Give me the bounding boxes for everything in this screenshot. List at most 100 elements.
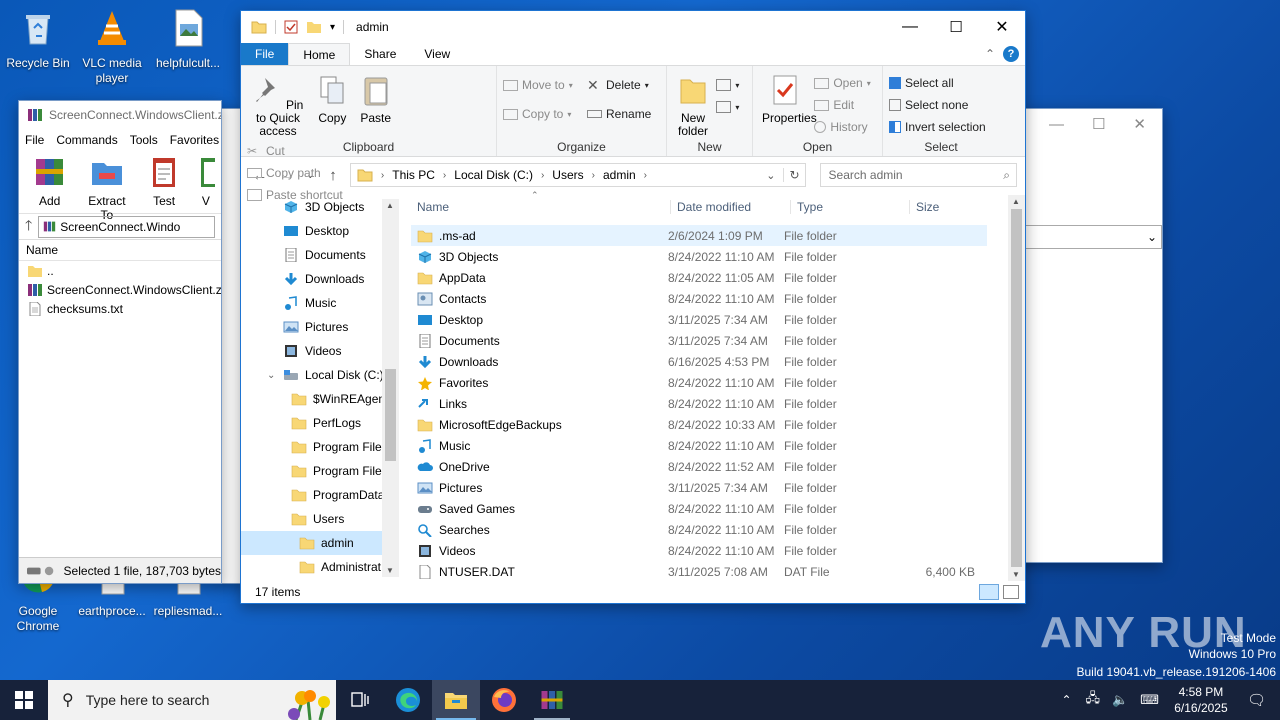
column-header-size[interactable]: Size (909, 200, 987, 214)
file-row[interactable]: Downloads 6/16/2025 4:53 PM File folder (411, 351, 987, 372)
refresh-icon[interactable]: ↻ (783, 168, 804, 182)
maximize-icon[interactable]: ☐ (1092, 115, 1105, 133)
scroll-down-icon[interactable]: ▼ (1012, 570, 1020, 579)
copy-button[interactable]: Copy (312, 70, 352, 127)
tab-file[interactable]: File (241, 43, 289, 65)
task-view-button[interactable] (336, 680, 384, 720)
nav-item[interactable]: Desktop (241, 219, 399, 243)
breadcrumb-local-disk[interactable]: Local Disk (C:) (454, 168, 533, 182)
file-row[interactable]: 3D Objects 8/24/2022 11:10 AM File folder (411, 246, 987, 267)
file-row[interactable]: Favorites 8/24/2022 11:10 AM File folder (411, 372, 987, 393)
new-folder-button[interactable]: New folder (673, 70, 713, 140)
file-row[interactable]: Music 8/24/2022 11:10 AM File folder (411, 435, 987, 456)
invert-selection-button[interactable]: Invert selection (889, 116, 993, 138)
winrar-window[interactable]: ScreenConnect.WindowsClient.z File Comma… (18, 100, 222, 584)
test-button[interactable]: Test (140, 155, 189, 209)
search-input[interactable]: Search admin ⌕ (819, 163, 1017, 187)
input-method-icon[interactable]: ⌨ (1134, 692, 1165, 708)
file-row[interactable]: AppData 8/24/2022 11:05 AM File folder (411, 267, 987, 288)
column-header-date[interactable]: Date modified (670, 200, 790, 214)
address-dropdown-icon[interactable]: ⌄ (766, 169, 775, 182)
close-icon[interactable]: ✕ (1133, 115, 1146, 133)
file-row[interactable]: Pictures 3/11/2025 7:34 AM File folder (411, 477, 987, 498)
breadcrumb-separator-icon[interactable]: › (381, 170, 384, 181)
open-button[interactable]: Open ▾ (814, 72, 871, 94)
column-header-name[interactable]: Name (19, 239, 221, 261)
nav-item[interactable]: ProgramData (241, 483, 399, 507)
edit-button[interactable]: Edit (814, 94, 870, 116)
nav-item[interactable]: Pictures (241, 315, 399, 339)
nav-item[interactable]: Program Files (241, 459, 399, 483)
show-hidden-icons-icon[interactable]: ⌃ (1053, 693, 1079, 707)
new-folder-quick-icon[interactable] (306, 20, 322, 34)
winrar-taskbar-button[interactable] (528, 680, 576, 720)
move-to-button[interactable]: Move to ▾ (503, 74, 587, 96)
maximize-button[interactable]: ☐ (933, 11, 979, 43)
desktop-icon-helpfulcult[interactable]: helpfulcult... (150, 8, 226, 71)
edge-taskbar-button[interactable] (384, 680, 432, 720)
up-arrow-icon[interactable]: 🡑 (25, 215, 32, 239)
nav-item[interactable]: PerfLogs (241, 411, 399, 435)
file-row[interactable]: Documents 3/11/2025 7:34 AM File folder (411, 330, 987, 351)
scroll-up-icon[interactable]: ▲ (1012, 197, 1020, 206)
nav-item[interactable]: ⌄ Local Disk (C:) (241, 363, 399, 387)
breadcrumb-users[interactable]: Users (552, 168, 583, 182)
delete-button[interactable]: ✕ Delete ▾ (587, 74, 663, 96)
properties-quick-icon[interactable] (284, 20, 298, 34)
minimize-button[interactable]: — (887, 11, 933, 43)
help-icon[interactable]: ? (1003, 46, 1019, 62)
nav-item[interactable]: 3D Objects (241, 195, 399, 219)
file-row[interactable]: NTUSER.DAT 3/11/2025 7:08 AM DAT File 6,400… (411, 561, 987, 582)
close-button[interactable]: ✕ (979, 11, 1025, 43)
scrollbar-thumb[interactable] (1011, 209, 1022, 567)
scroll-up-icon[interactable]: ▲ (386, 201, 394, 210)
column-header-type[interactable]: Type (790, 200, 909, 214)
scrollbar-thumb[interactable] (385, 369, 396, 461)
nav-item[interactable]: Program Files (241, 435, 399, 459)
volume-icon[interactable]: 🔈 (1106, 692, 1134, 708)
desktop-icon-recycle-bin[interactable]: Recycle Bin (0, 8, 76, 71)
nav-item[interactable]: Administrat (241, 555, 399, 579)
file-row[interactable]: Desktop 3/11/2025 7:34 AM File folder (411, 309, 987, 330)
nav-item[interactable]: Videos (241, 339, 399, 363)
file-row[interactable]: Links 8/24/2022 11:10 AM File folder (411, 393, 987, 414)
nav-item[interactable]: Music (241, 291, 399, 315)
properties-button[interactable]: Properties (759, 70, 817, 127)
copy-to-button[interactable]: Copy to ▾ (503, 103, 587, 125)
archive-path-input[interactable]: ScreenConnect.Windo (38, 215, 215, 238)
quick-access-dropdown-icon[interactable]: ▾ (330, 22, 335, 33)
file-row[interactable]: OneDrive 8/24/2022 11:52 AM File folder (411, 456, 987, 477)
file-row[interactable]: MicrosoftEdgeBackups 8/24/2022 10:33 AM Fi… (411, 414, 987, 435)
window-titlebar[interactable]: ScreenConnect.WindowsClient.z (19, 101, 221, 129)
list-item[interactable]: ScreenConnect.WindowsClient.zip (19, 280, 221, 299)
menu-commands[interactable]: Commands (56, 133, 117, 147)
breadcrumb-admin[interactable]: admin (603, 168, 636, 182)
nav-pane-scrollbar[interactable]: ▲ ▼ (382, 199, 399, 577)
scroll-down-icon[interactable]: ▼ (386, 566, 394, 575)
file-row[interactable]: .ms-ad 2/6/2024 1:09 PM File folder (411, 225, 987, 246)
large-icons-view-icon[interactable] (1003, 585, 1019, 599)
column-header-name[interactable]: Name ⌃ (411, 190, 670, 214)
network-icon[interactable]: 🖧 (1080, 689, 1107, 711)
collapse-ribbon-icon[interactable]: ⌃ (977, 43, 1003, 65)
file-row[interactable]: Searches 8/24/2022 11:10 AM File folder (411, 519, 987, 540)
paste-button[interactable]: Paste (356, 70, 396, 127)
select-none-button[interactable]: Select none (889, 94, 993, 116)
tab-view[interactable]: View (410, 43, 464, 65)
rename-button[interactable]: Rename (587, 103, 663, 125)
list-item[interactable]: checksums.txt (19, 299, 221, 318)
nav-item[interactable]: Users (241, 507, 399, 531)
file-row[interactable]: Saved Games 8/24/2022 11:10 AM File folder (411, 498, 987, 519)
add-button[interactable]: Add (25, 155, 74, 209)
file-explorer-taskbar-button[interactable] (432, 680, 480, 720)
taskbar-search-box[interactable]: ⚲ Type here to search (48, 680, 336, 720)
notifications-icon[interactable]: 🗨 (1237, 691, 1280, 709)
new-item-button[interactable]: ▾ (716, 74, 739, 96)
minimize-icon[interactable]: — (1049, 116, 1064, 133)
nav-item[interactable]: Documents (241, 243, 399, 267)
file-row[interactable]: Videos 8/24/2022 11:10 AM File folder (411, 540, 987, 561)
nav-item[interactable]: $WinREAgent (241, 387, 399, 411)
nav-item[interactable]: admin (241, 531, 399, 555)
file-row[interactable]: Contacts 8/24/2022 11:10 AM File folder (411, 288, 987, 309)
list-item[interactable]: .. (19, 261, 221, 280)
